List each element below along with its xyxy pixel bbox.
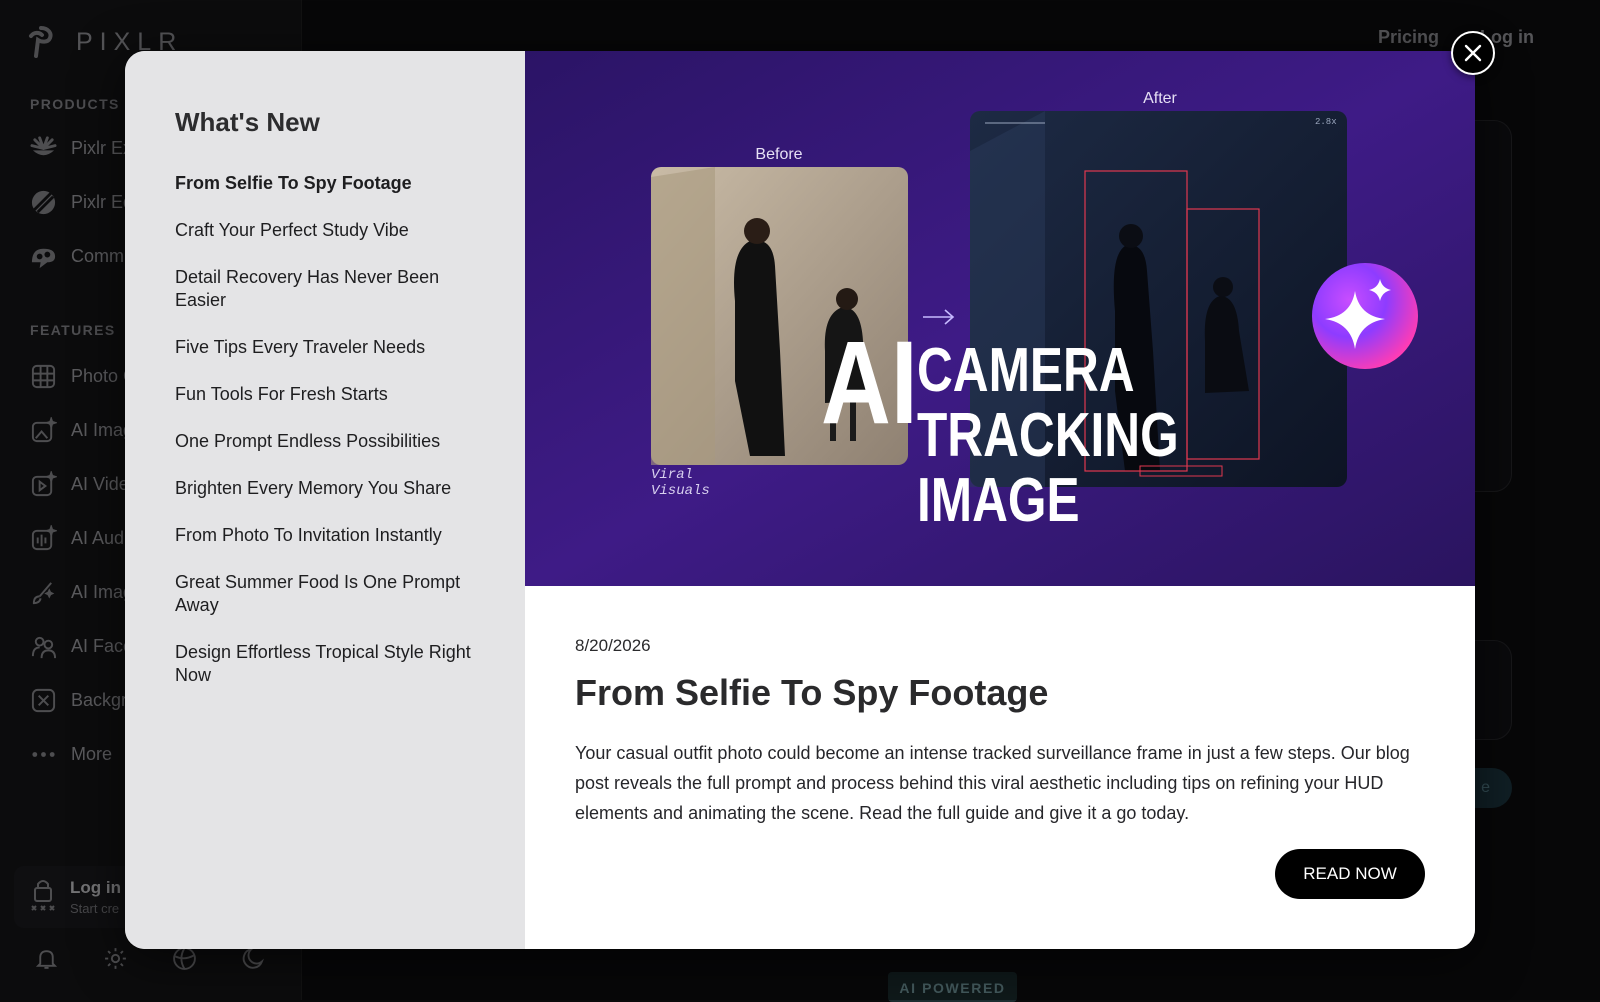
article: 8/20/2026 From Selfie To Spy Footage You… bbox=[575, 636, 1425, 828]
hero-image: 2.8x Before After AI CAMERA TRACKING IMA… bbox=[525, 51, 1475, 586]
article-panel: 2.8x Before After AI CAMERA TRACKING IMA… bbox=[525, 51, 1475, 949]
whats-new-modal: What's New From Selfie To Spy Footage Cr… bbox=[125, 51, 1475, 949]
news-item[interactable]: Five Tips Every Traveler Needs bbox=[175, 336, 475, 359]
news-item[interactable]: Great Summer Food Is One Prompt Away bbox=[175, 571, 475, 617]
svg-text:2.8x: 2.8x bbox=[1315, 117, 1337, 127]
hero-ai-text: AI bbox=[821, 316, 918, 448]
news-item[interactable]: Craft Your Perfect Study Vibe bbox=[175, 219, 475, 242]
news-item[interactable]: From Selfie To Spy Footage bbox=[175, 172, 475, 195]
article-date: 8/20/2026 bbox=[575, 636, 1425, 656]
article-title: From Selfie To Spy Footage bbox=[575, 672, 1425, 714]
news-item[interactable]: Detail Recovery Has Never Been Easier bbox=[175, 266, 475, 312]
news-item[interactable]: One Prompt Endless Possibilities bbox=[175, 430, 475, 453]
news-item[interactable]: Design Effortless Tropical Style Right N… bbox=[175, 641, 475, 687]
whats-new-sidebar: What's New From Selfie To Spy Footage Cr… bbox=[125, 51, 525, 949]
article-body: Your casual outfit photo could become an… bbox=[575, 738, 1425, 828]
close-icon bbox=[1464, 44, 1482, 62]
close-button[interactable] bbox=[1451, 31, 1495, 75]
hero-caption-2: Visuals bbox=[651, 483, 710, 499]
hero-line-2: TRACKING bbox=[917, 400, 1179, 470]
read-now-button[interactable]: READ NOW bbox=[1275, 849, 1425, 899]
hero-line-3: IMAGE bbox=[917, 465, 1080, 535]
news-list: From Selfie To Spy Footage Craft Your Pe… bbox=[175, 172, 475, 687]
hero-line-1: CAMERA bbox=[917, 335, 1135, 405]
news-item[interactable]: From Photo To Invitation Instantly bbox=[175, 524, 475, 547]
modal-heading: What's New bbox=[175, 107, 475, 138]
before-label: Before bbox=[755, 146, 802, 163]
hero-caption-1: Viral bbox=[651, 467, 693, 483]
news-item[interactable]: Brighten Every Memory You Share bbox=[175, 477, 475, 500]
after-label: After bbox=[1143, 90, 1177, 107]
news-item[interactable]: Fun Tools For Fresh Starts bbox=[175, 383, 475, 406]
